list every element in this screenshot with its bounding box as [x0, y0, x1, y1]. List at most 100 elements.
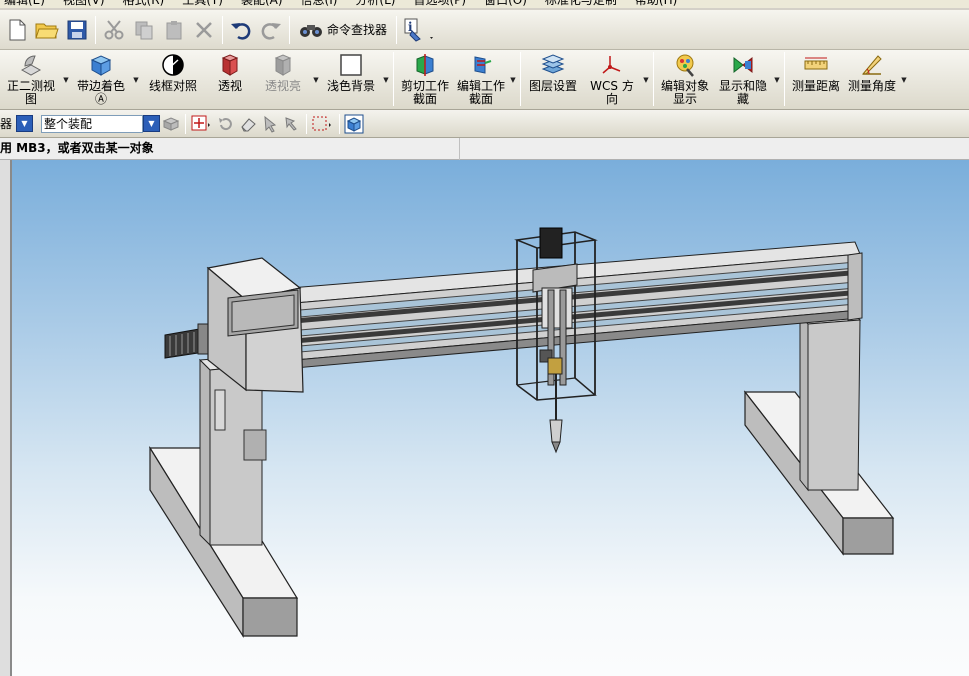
selection-scope-dropdown[interactable]: ▼	[143, 115, 160, 132]
menu-format[interactable]: 格式(R)	[123, 0, 165, 8]
command-finder-button[interactable]: 命令查找器	[293, 15, 393, 45]
scissors-icon	[104, 19, 124, 39]
menu-analysis[interactable]: 分析(L)	[355, 0, 395, 8]
menu-preferences[interactable]: 首选项(P)	[413, 0, 466, 8]
assembly-filter-button[interactable]	[160, 113, 182, 135]
x-axis-motor	[164, 323, 211, 359]
undo-icon	[231, 22, 251, 40]
assembly-filter-icon	[162, 116, 180, 131]
wireframe-contrast-label: 线框对照	[148, 79, 197, 93]
menu-help[interactable]: 帮助(H)	[635, 0, 677, 8]
menu-tools[interactable]: 工具(T)	[182, 0, 223, 8]
protractor-icon	[861, 55, 882, 75]
solid-body-icon	[344, 114, 364, 133]
shaded-with-edges-label: 带边着色 Ⓐ	[76, 79, 125, 106]
trimetric-view-dropdown-arrow[interactable]: ▼	[62, 52, 70, 108]
measure-distance-label: 测量距离	[792, 79, 841, 93]
delete-button[interactable]	[189, 15, 219, 45]
rotate-arrow-icon	[219, 117, 232, 130]
toolbar-separator	[306, 113, 307, 134]
new-file-button[interactable]	[2, 15, 32, 45]
menu-standardization[interactable]: 标准化与定制	[545, 0, 617, 8]
delete-x-icon	[196, 21, 212, 38]
rectangle-select-button[interactable]	[310, 113, 336, 135]
background-dropdown-arrow[interactable]: ▼	[382, 52, 390, 108]
graphics-window[interactable]	[0, 160, 969, 676]
perspective-bright-button[interactable]: 透视亮	[254, 52, 312, 108]
wcs-axes-icon	[602, 56, 621, 74]
toolbar-separator	[339, 113, 340, 134]
type-filter-dropdown[interactable]: ▼	[16, 115, 33, 132]
shaded-dropdown-arrow[interactable]: ▼	[132, 52, 140, 108]
measure-distance-button[interactable]: 测量距离	[788, 52, 844, 108]
info-button[interactable]: i	[400, 15, 438, 45]
perspective-label: 透视	[217, 79, 242, 93]
cue-line-text: 用 MB3，或者双击某一对象	[0, 141, 154, 155]
wcs-orientation-label: WCS 方向	[590, 79, 634, 106]
new-file-icon	[9, 19, 26, 40]
light-background-label: 浅色背景	[326, 79, 375, 93]
perspective-cube-icon	[221, 54, 239, 76]
rotate-button[interactable]	[215, 113, 237, 135]
solid-body-button[interactable]	[343, 113, 365, 135]
clip-section-icon	[416, 54, 434, 76]
select-pointer-button[interactable]	[281, 113, 303, 135]
light-background-button[interactable]: 浅色背景	[320, 52, 382, 108]
perspective-bright-label: 透视亮	[264, 79, 301, 93]
clip-work-section-button[interactable]: 剪切工作 截面	[397, 52, 453, 108]
measure-dropdown-arrow[interactable]: ▼	[900, 52, 908, 108]
cut-button[interactable]	[99, 15, 129, 45]
open-folder-icon	[35, 23, 59, 38]
type-filter-label: 器	[0, 117, 13, 131]
section-dropdown-arrow[interactable]: ▼	[509, 52, 517, 108]
wcs-orientation-button[interactable]: WCS 方向	[582, 52, 642, 108]
toolbar-separator	[289, 15, 290, 44]
perspective-dropdown-arrow[interactable]: ▼	[312, 52, 320, 108]
perspective-button[interactable]: 透视	[206, 52, 254, 108]
layer-settings-button[interactable]: 图层设置	[524, 52, 582, 108]
snap-point-button[interactable]	[189, 113, 215, 135]
dropdown-arrow-icon: ▼	[148, 119, 155, 128]
wireframe-contrast-button[interactable]: 线框对照	[140, 52, 206, 108]
menu-information[interactable]: 信息(I)	[301, 0, 338, 8]
left-housing	[206, 257, 304, 393]
redo-button[interactable]	[256, 15, 286, 45]
light-background-icon	[340, 54, 362, 76]
eraser-icon	[241, 117, 256, 131]
redo-icon	[261, 22, 281, 40]
open-file-button[interactable]	[32, 15, 62, 45]
show-and-hide-button[interactable]: 显示和隐 藏	[713, 52, 773, 108]
menu-assembly[interactable]: 装配(A)	[241, 0, 283, 8]
wcs-dropdown-arrow[interactable]: ▼	[642, 52, 650, 108]
paste-icon	[166, 20, 182, 39]
undo-button[interactable]	[226, 15, 256, 45]
shaded-cube-icon	[90, 55, 112, 76]
selection-toolbar: 器 ▼ 整个装配 ▼	[0, 110, 969, 138]
menu-view[interactable]: 视图(V)	[63, 0, 105, 8]
gantry-model	[148, 227, 895, 639]
menu-edit[interactable]: 编辑(E)	[4, 0, 45, 8]
toolbar-separator	[95, 15, 96, 44]
edit-object-display-button[interactable]: 编辑对象 显示	[657, 52, 713, 108]
measure-angle-button[interactable]: 测量角度	[844, 52, 900, 108]
toolbar-separator	[784, 52, 785, 106]
menu-bar: 编辑(E) 视图(V) 格式(R) 工具(T) 装配(A) 信息(I) 分析(L…	[0, 0, 969, 8]
edit-work-section-label: 编辑工作 截面	[457, 79, 506, 106]
show-and-hide-label: 显示和隐 藏	[718, 79, 767, 106]
save-icon	[67, 20, 87, 39]
select-arrow-button[interactable]	[259, 113, 281, 135]
ruler-icon	[804, 57, 828, 70]
show-hide-dropdown-arrow[interactable]: ▼	[773, 52, 781, 108]
copy-button[interactable]	[129, 15, 159, 45]
menu-window[interactable]: 窗口(O)	[484, 0, 527, 8]
toolbar-separator	[185, 113, 186, 134]
trimetric-view-button[interactable]: 正二测视 图	[0, 52, 62, 108]
selection-scope-combo[interactable]: 整个装配	[41, 114, 143, 133]
cue-line-divider	[459, 138, 460, 160]
show-hide-icon	[733, 56, 753, 74]
shaded-with-edges-button[interactable]: 带边着色 Ⓐ	[70, 52, 132, 108]
eraser-button[interactable]	[237, 113, 259, 135]
paste-button[interactable]	[159, 15, 189, 45]
edit-work-section-button[interactable]: 编辑工作 截面	[453, 52, 509, 108]
save-button[interactable]	[62, 15, 92, 45]
